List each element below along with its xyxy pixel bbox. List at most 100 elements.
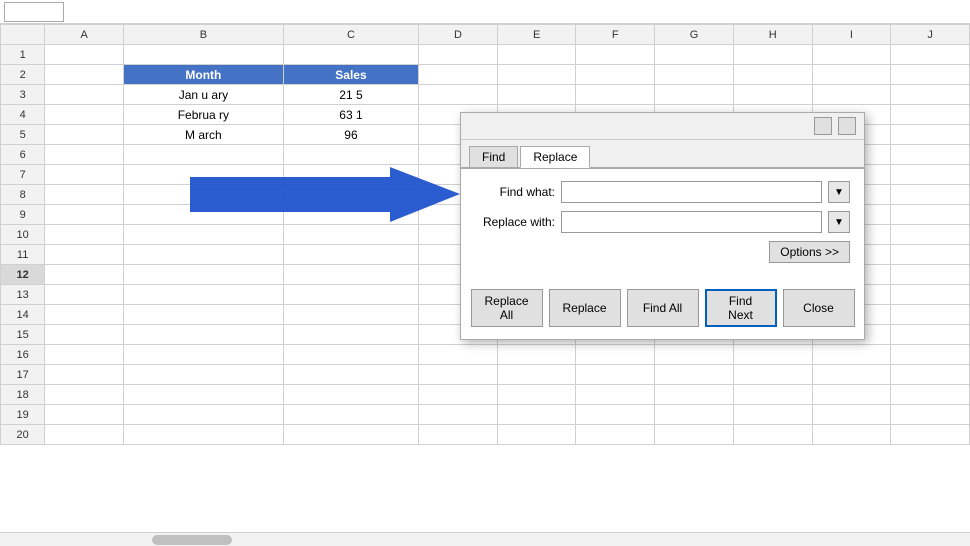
cell-d16[interactable] (419, 345, 498, 365)
cell-j6[interactable] (891, 145, 970, 165)
close-button[interactable]: Close (783, 289, 855, 327)
cell-b11[interactable] (123, 245, 283, 265)
cell-b2[interactable]: Month (123, 65, 283, 85)
cell-c20[interactable] (283, 425, 418, 445)
cell-a4[interactable] (45, 105, 124, 125)
cell-b18[interactable] (123, 385, 283, 405)
cell-j9[interactable] (891, 205, 970, 225)
cell-g17[interactable] (655, 365, 734, 385)
cell-c1[interactable] (283, 45, 418, 65)
cell-c3[interactable]: 21 5 (283, 85, 418, 105)
cell-h16[interactable] (733, 345, 812, 365)
cell-f20[interactable] (576, 425, 655, 445)
cell-j15[interactable] (891, 325, 970, 345)
cell-b3[interactable]: Jan u ary (123, 85, 283, 105)
cell-b1[interactable] (123, 45, 283, 65)
cell-j7[interactable] (891, 165, 970, 185)
cell-j1[interactable] (891, 45, 970, 65)
cell-b9[interactable] (123, 205, 283, 225)
horizontal-scrollbar[interactable] (0, 532, 970, 546)
cell-j20[interactable] (891, 425, 970, 445)
cell-reference-box[interactable] (4, 2, 64, 22)
cell-i2[interactable] (812, 65, 891, 85)
replace-input[interactable] (561, 211, 822, 233)
cell-e3[interactable] (497, 85, 576, 105)
cell-c12[interactable] (283, 265, 418, 285)
cell-a1[interactable] (45, 45, 124, 65)
cell-i1[interactable] (812, 45, 891, 65)
cell-d19[interactable] (419, 405, 498, 425)
cell-b5[interactable]: M arch (123, 125, 283, 145)
cell-b7[interactable] (123, 165, 283, 185)
cell-c10[interactable] (283, 225, 418, 245)
cell-h18[interactable] (733, 385, 812, 405)
cell-f18[interactable] (576, 385, 655, 405)
cell-c8[interactable] (283, 185, 418, 205)
cell-j18[interactable] (891, 385, 970, 405)
cell-a17[interactable] (45, 365, 124, 385)
cell-d20[interactable] (419, 425, 498, 445)
cell-b8[interactable] (123, 185, 283, 205)
cell-c4[interactable]: 63 1 (283, 105, 418, 125)
cell-d17[interactable] (419, 365, 498, 385)
cell-b17[interactable] (123, 365, 283, 385)
cell-b15[interactable] (123, 325, 283, 345)
formula-input[interactable] (84, 2, 966, 22)
cell-j3[interactable] (891, 85, 970, 105)
cell-h17[interactable] (733, 365, 812, 385)
cell-g16[interactable] (655, 345, 734, 365)
cell-h3[interactable] (733, 85, 812, 105)
cell-a12[interactable] (45, 265, 124, 285)
cell-a3[interactable] (45, 85, 124, 105)
cell-f19[interactable] (576, 405, 655, 425)
cell-f16[interactable] (576, 345, 655, 365)
cell-a11[interactable] (45, 245, 124, 265)
cell-c13[interactable] (283, 285, 418, 305)
cell-g18[interactable] (655, 385, 734, 405)
cell-e17[interactable] (497, 365, 576, 385)
cell-j16[interactable] (891, 345, 970, 365)
cell-f3[interactable] (576, 85, 655, 105)
replace-button[interactable]: Replace (549, 289, 621, 327)
cell-e19[interactable] (497, 405, 576, 425)
cell-b12[interactable] (123, 265, 283, 285)
cell-j19[interactable] (891, 405, 970, 425)
options-button[interactable]: Options >> (769, 241, 850, 263)
cell-j12[interactable] (891, 265, 970, 285)
cell-c7[interactable] (283, 165, 418, 185)
cell-i18[interactable] (812, 385, 891, 405)
cell-e1[interactable] (497, 45, 576, 65)
cell-g2[interactable] (655, 65, 734, 85)
cell-i20[interactable] (812, 425, 891, 445)
cell-b19[interactable] (123, 405, 283, 425)
cell-b20[interactable] (123, 425, 283, 445)
cell-h2[interactable] (733, 65, 812, 85)
cell-a14[interactable] (45, 305, 124, 325)
cell-i19[interactable] (812, 405, 891, 425)
find-all-button[interactable]: Find All (627, 289, 699, 327)
cell-d3[interactable] (419, 85, 498, 105)
find-next-button[interactable]: Find Next (705, 289, 777, 327)
cell-d18[interactable] (419, 385, 498, 405)
scrollbar-thumb[interactable] (152, 535, 232, 545)
cell-d2[interactable] (419, 65, 498, 85)
cell-h19[interactable] (733, 405, 812, 425)
cell-c19[interactable] (283, 405, 418, 425)
cell-c14[interactable] (283, 305, 418, 325)
cell-a9[interactable] (45, 205, 124, 225)
cell-j11[interactable] (891, 245, 970, 265)
cell-e20[interactable] (497, 425, 576, 445)
cell-g20[interactable] (655, 425, 734, 445)
find-input[interactable] (561, 181, 822, 203)
cell-j14[interactable] (891, 305, 970, 325)
cell-c9[interactable] (283, 205, 418, 225)
cell-a7[interactable] (45, 165, 124, 185)
cell-j5[interactable] (891, 125, 970, 145)
cell-a18[interactable] (45, 385, 124, 405)
cell-j2[interactable] (891, 65, 970, 85)
cell-b10[interactable] (123, 225, 283, 245)
find-dropdown-icon[interactable]: ▼ (828, 181, 850, 203)
cell-a16[interactable] (45, 345, 124, 365)
cell-c11[interactable] (283, 245, 418, 265)
close-window-button[interactable] (838, 117, 856, 135)
